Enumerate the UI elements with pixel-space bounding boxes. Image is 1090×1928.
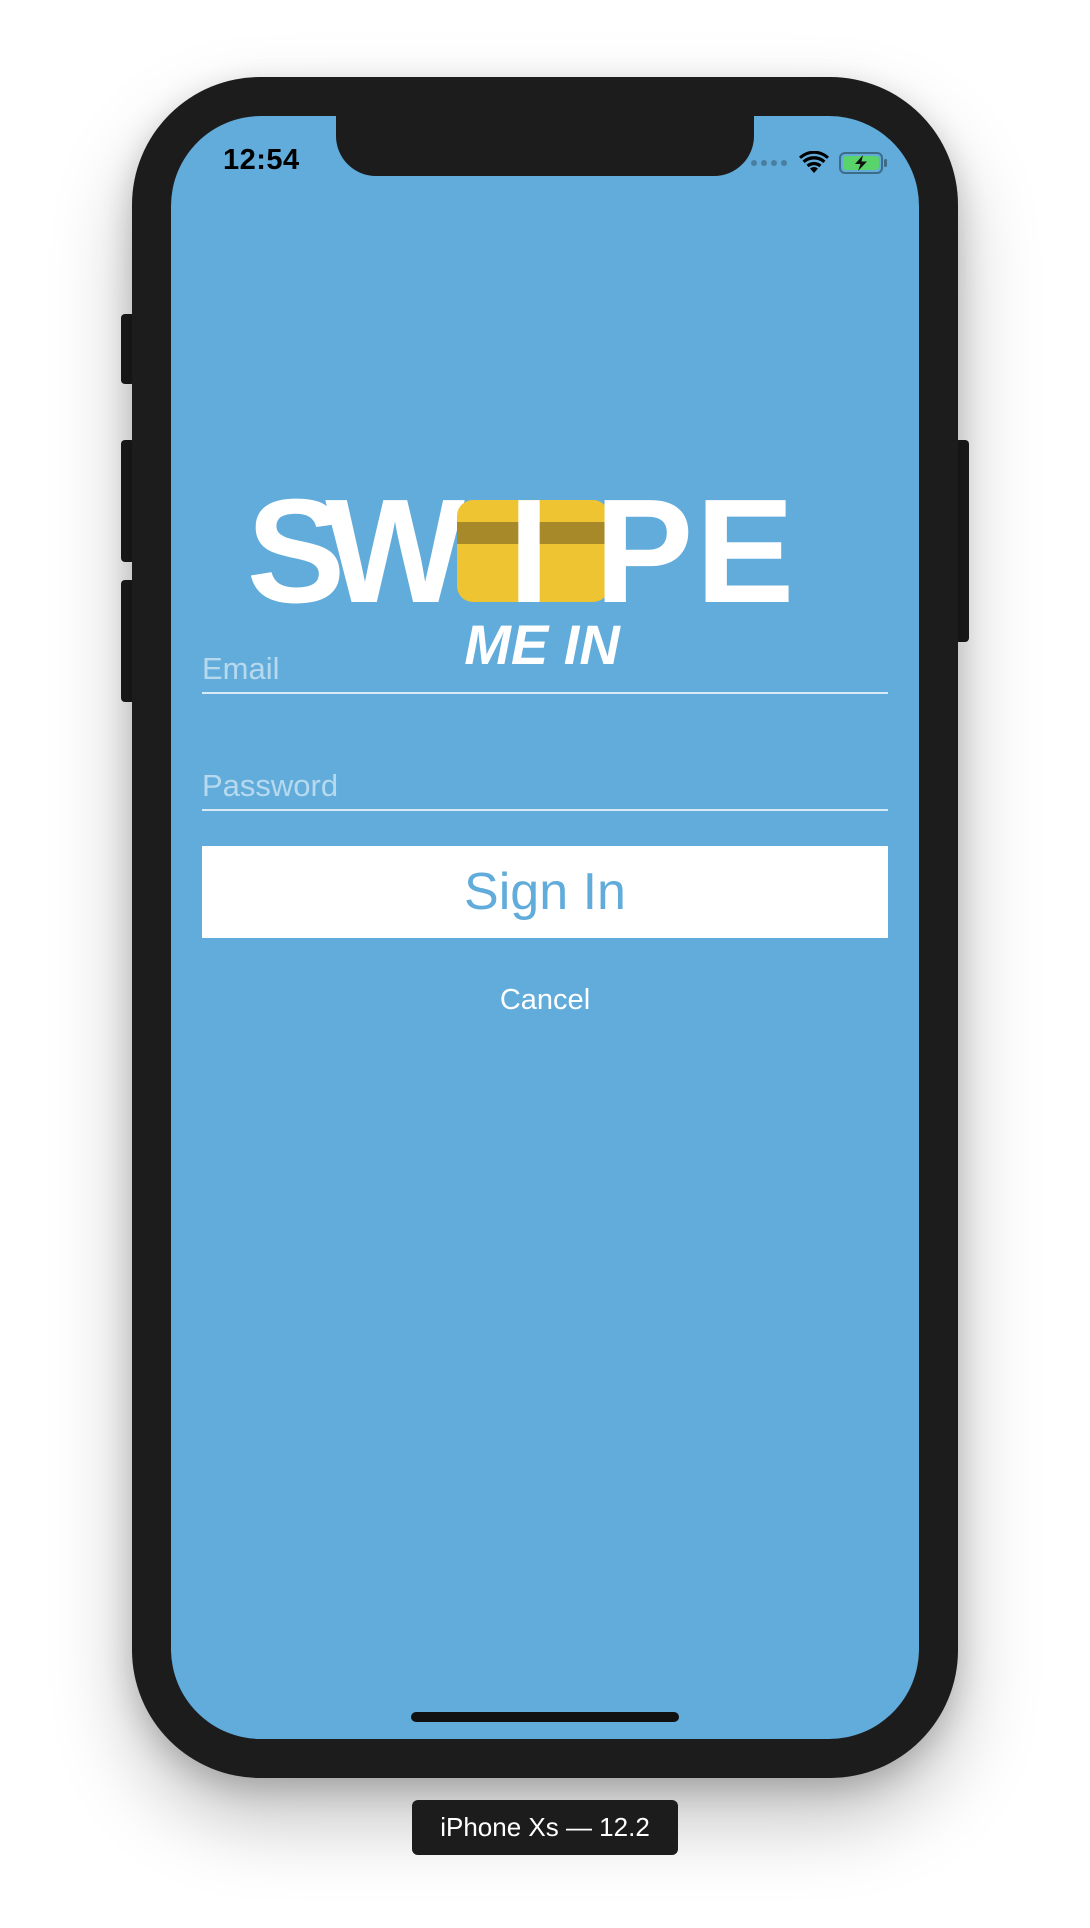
email-field[interactable] (202, 646, 888, 694)
wifi-icon (799, 151, 829, 173)
notch (336, 116, 754, 176)
swipe-me-in-logo: S W I P E ME IN (247, 469, 795, 676)
password-input[interactable] (202, 763, 888, 809)
logo-letter-w: W (325, 469, 465, 634)
battery-charging-icon (839, 152, 887, 174)
status-icons (751, 148, 889, 178)
simulator-window: 12:54 S W I P E ME IN Email Sign In Canc… (0, 0, 1090, 1928)
sign-in-button[interactable]: Sign In (202, 846, 888, 938)
cellular-signal-icon (751, 160, 787, 166)
email-input[interactable] (202, 646, 888, 692)
password-field[interactable] (202, 763, 888, 811)
cancel-button[interactable]: Cancel (445, 978, 645, 1022)
app-screen: 12:54 S W I P E ME IN Email Sign In Canc… (171, 116, 919, 1739)
status-time: 12:54 (223, 144, 300, 176)
simulator-device-label: iPhone Xs — 12.2 (412, 1800, 678, 1855)
logo-letter-e: E (696, 469, 795, 634)
logo-letter-i: I (508, 469, 549, 634)
logo-letter-p: P (595, 469, 694, 634)
home-indicator[interactable] (411, 1712, 679, 1722)
